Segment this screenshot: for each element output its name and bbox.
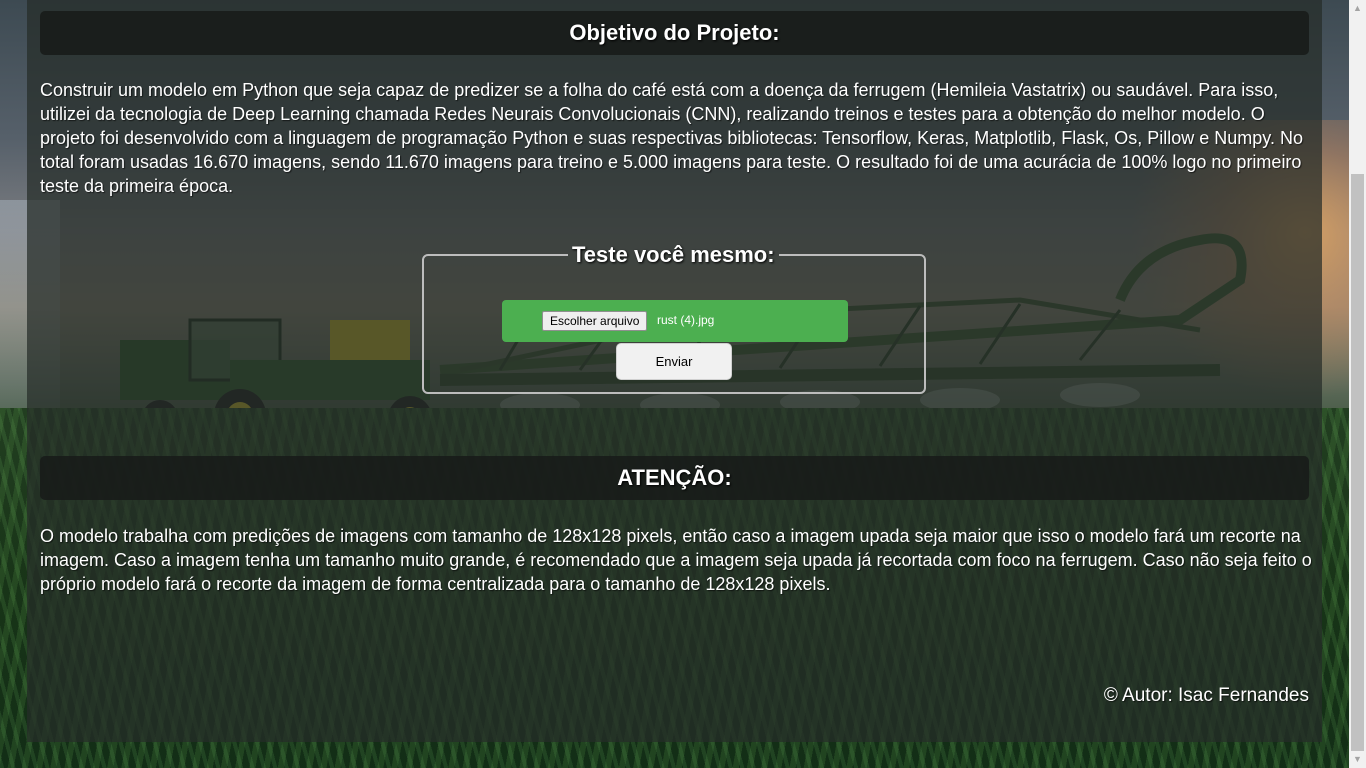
attention-text: O modelo trabalha com predições de image… (40, 526, 1312, 594)
vertical-scrollbar[interactable]: ▲ ▼ (1349, 0, 1366, 768)
objective-header: Objetivo do Projeto: (40, 11, 1309, 55)
test-form-legend: Teste você mesmo: (572, 242, 775, 267)
scroll-down-arrow-icon[interactable]: ▼ (1349, 751, 1366, 768)
objective-text: Construir um modelo em Python que seja c… (40, 80, 1303, 196)
attention-header: ATENÇÃO: (40, 456, 1309, 500)
choose-file-button[interactable]: Escolher arquivo (542, 311, 648, 331)
selected-file-name: rust (4).jpg (657, 313, 715, 327)
submit-button[interactable]: Enviar (616, 343, 732, 380)
scrollbar-thumb[interactable] (1351, 174, 1364, 751)
file-upload-row: Escolher arquivo rust (4).jpg (502, 300, 848, 342)
scroll-up-arrow-icon[interactable]: ▲ (1349, 0, 1366, 17)
author-credit: © Autor: Isac Fernandes (1103, 685, 1309, 706)
